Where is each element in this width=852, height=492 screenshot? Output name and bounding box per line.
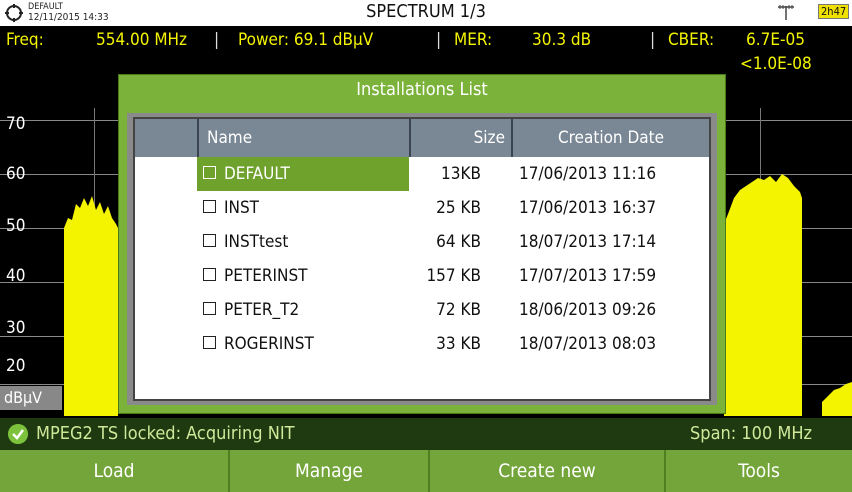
column-divider xyxy=(197,119,199,157)
mer-label: MER: xyxy=(454,30,493,50)
row-size: 13KB xyxy=(441,164,481,184)
row-date: 18/07/2013 17:14 xyxy=(519,232,657,252)
column-header-name[interactable]: Name xyxy=(207,119,252,157)
row-size: 64 KB xyxy=(436,232,481,252)
separator: | xyxy=(650,30,656,50)
table-row[interactable]: DEFAULT 13KB 17/06/2013 11:16 xyxy=(135,157,709,191)
page-title: SPECTRUM 1/3 xyxy=(366,1,486,22)
row-date: 17/07/2013 17:59 xyxy=(519,266,657,286)
checkbox[interactable] xyxy=(203,199,216,213)
row-name: PETER_T2 xyxy=(203,293,299,327)
column-header-size[interactable]: Size xyxy=(415,119,505,157)
installations-dialog: Installations List Name Size Creation Da… xyxy=(118,74,726,414)
load-button[interactable]: Load xyxy=(0,450,228,492)
dialog-body: Name Size Creation Date DEFAULT 13KB 17/… xyxy=(127,113,717,405)
column-divider xyxy=(409,119,411,157)
row-name: DEFAULT xyxy=(203,157,290,191)
separator: | xyxy=(214,30,220,50)
row-date: 17/06/2013 11:16 xyxy=(519,164,657,184)
row-date: 18/06/2013 09:26 xyxy=(519,300,657,320)
row-date: 18/07/2013 08:03 xyxy=(519,334,657,354)
row-name: INST xyxy=(203,191,259,225)
cber-label: CBER: xyxy=(668,30,715,50)
check-circle-icon xyxy=(8,424,28,444)
checkbox[interactable] xyxy=(203,233,216,247)
measurement-bar: Freq: 554.00 MHz | Power: 69.1 dBµV | ME… xyxy=(0,26,852,78)
mer-value: 30.3 dB xyxy=(532,30,592,50)
unit-label: dBµV xyxy=(0,386,62,410)
checkbox[interactable] xyxy=(203,267,216,281)
row-size: 25 KB xyxy=(436,198,481,218)
table-row[interactable]: INSTtest 64 KB 18/07/2013 17:14 xyxy=(135,225,709,259)
row-size: 33 KB xyxy=(436,334,481,354)
row-name: INSTtest xyxy=(203,225,288,259)
installations-table: Name Size Creation Date DEFAULT 13KB 17/… xyxy=(133,117,711,401)
right-channel-block xyxy=(724,174,802,416)
power-value: Power: 69.1 dBµV xyxy=(238,30,374,50)
far-right-channel-block xyxy=(822,382,852,416)
row-name: PETERINST xyxy=(203,259,308,293)
table-row[interactable]: ROGERINST 33 KB 18/07/2013 08:03 xyxy=(135,327,709,361)
table-row[interactable]: PETERINST 157 KB 17/07/2013 17:59 xyxy=(135,259,709,293)
softkey-bar: Load Manage Create new Tools xyxy=(0,450,852,492)
table-header: Name Size Creation Date xyxy=(135,119,709,157)
checkbox[interactable] xyxy=(203,301,216,315)
table-row[interactable]: INST 25 KB 17/06/2013 16:37 xyxy=(135,191,709,225)
row-name: ROGERINST xyxy=(203,327,314,361)
status-bar: MPEG2 TS locked: Acquiring NIT Span: 100… xyxy=(0,418,852,450)
vber-value: <1.0E-08 xyxy=(740,54,812,74)
row-size: 72 KB xyxy=(436,300,481,320)
checkbox[interactable] xyxy=(203,165,216,179)
header-bar: DEFAULT 12/11/2015 14:33 SPECTRUM 1/3 2h… xyxy=(0,0,852,27)
battery-indicator: 2h47 xyxy=(818,4,850,19)
row-size: 157 KB xyxy=(426,266,481,286)
table-row[interactable]: PETER_T2 72 KB 18/06/2013 09:26 xyxy=(135,293,709,327)
antenna-icon xyxy=(778,5,794,20)
left-channel-block xyxy=(64,196,118,416)
separator: | xyxy=(436,30,442,50)
span-value: Span: 100 MHz xyxy=(690,423,813,444)
freq-value: 554.00 MHz xyxy=(96,30,188,50)
manage-button[interactable]: Manage xyxy=(230,450,428,492)
checkbox[interactable] xyxy=(203,335,216,349)
create-new-button[interactable]: Create new xyxy=(430,450,664,492)
cber-value: 6.7E-05 xyxy=(746,30,805,50)
tools-button[interactable]: Tools xyxy=(666,450,852,492)
row-date: 17/06/2013 16:37 xyxy=(519,198,657,218)
freq-label: Freq: xyxy=(6,30,44,50)
status-text: MPEG2 TS locked: Acquiring NIT xyxy=(36,423,295,444)
dialog-title: Installations List xyxy=(356,79,488,100)
column-header-date[interactable]: Creation Date xyxy=(513,119,709,157)
